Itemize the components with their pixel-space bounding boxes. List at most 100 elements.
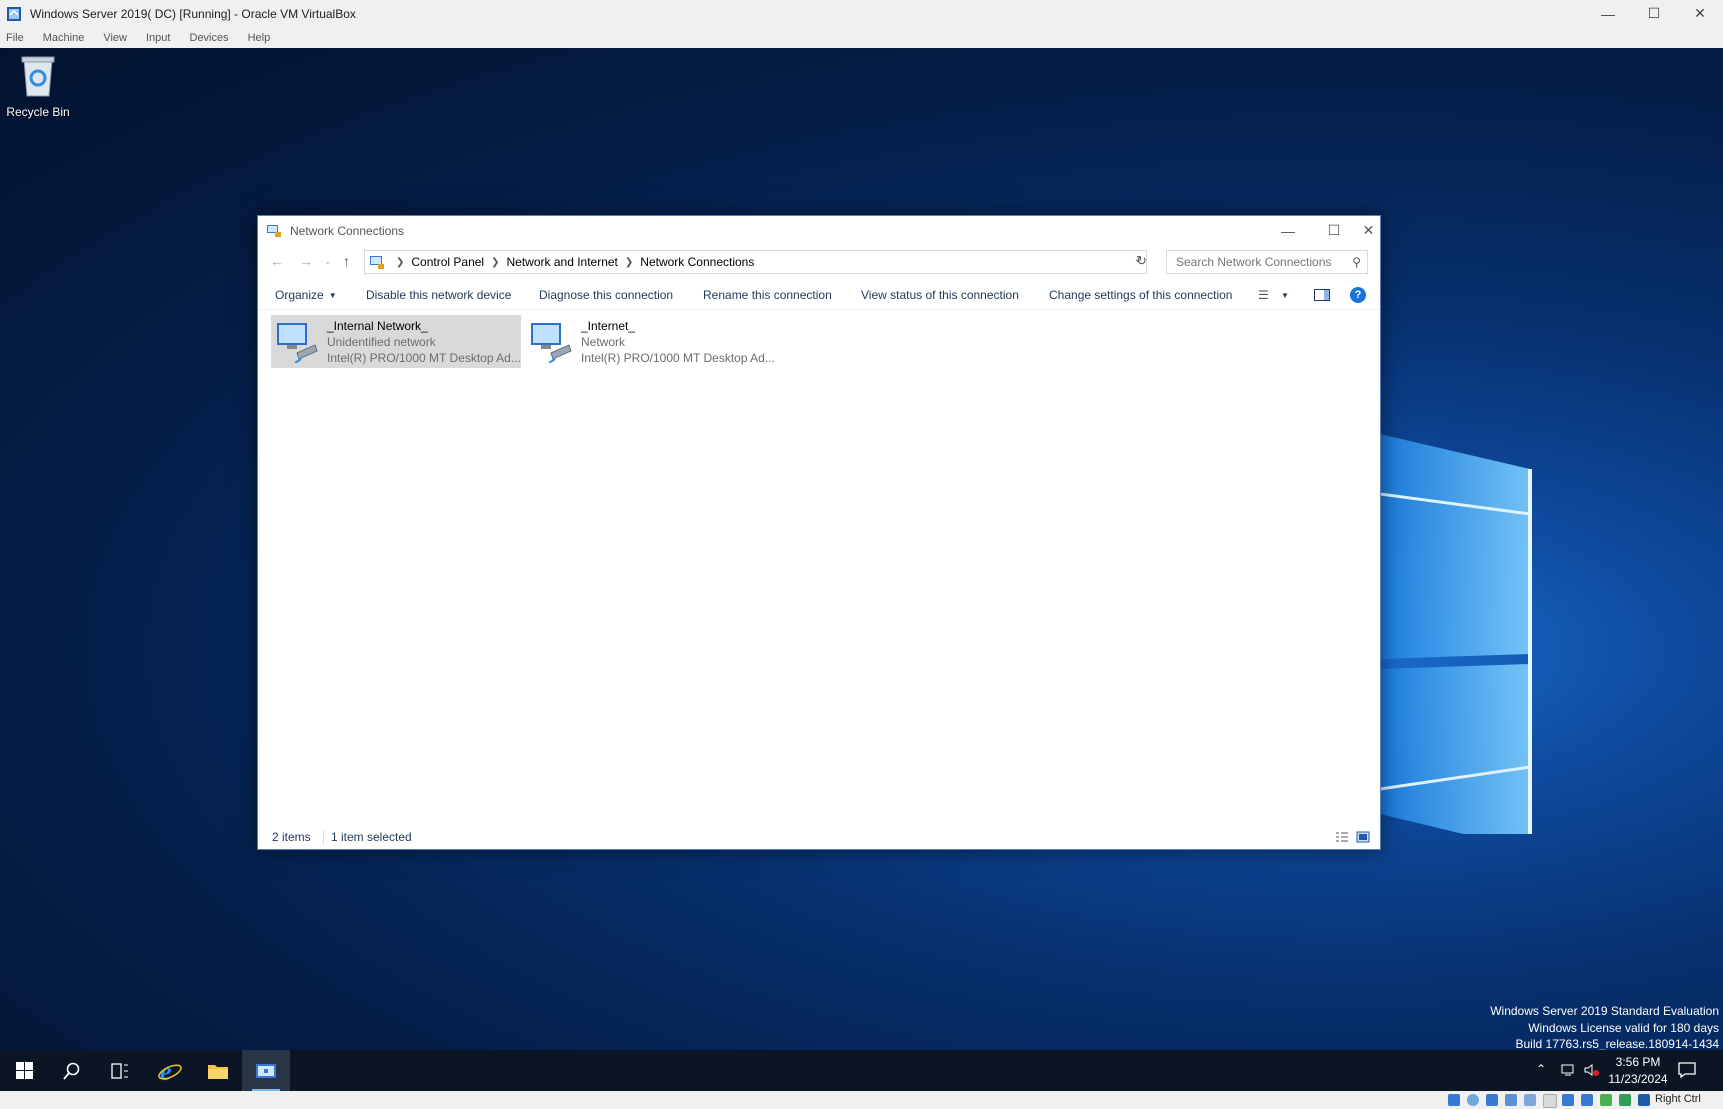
maximize-button[interactable]: ☐ [1631, 0, 1677, 27]
file-explorer-button[interactable] [194, 1050, 242, 1091]
task-view-button[interactable] [96, 1050, 144, 1091]
optical-drive-icon[interactable] [1467, 1094, 1479, 1106]
view-status-button[interactable]: View status of this connection [861, 288, 1019, 302]
clock-time: 3:56 PM [1615, 1055, 1661, 1069]
items-view: _Internal Network_ Unidentified network … [258, 310, 1380, 820]
organize-button[interactable]: Organize ▼ [275, 288, 337, 302]
os-watermark: Windows Server 2019 Standard Evaluation … [1490, 1003, 1719, 1050]
window-title-bar: Network Connections — ☐ ✕ [258, 216, 1380, 245]
connection-status: Unidentified network [327, 335, 436, 349]
network-connections-window: Network Connections — ☐ ✕ ← → ⌄ ↑ ❯ Cont… [257, 215, 1381, 850]
recent-locations-chevron-icon[interactable]: ⌄ [324, 256, 332, 267]
breadcrumb-network-connections[interactable]: Network Connections [640, 255, 754, 269]
disable-network-device-button[interactable]: Disable this network device [366, 288, 511, 302]
up-arrow-icon[interactable]: ↑ [343, 253, 350, 269]
watermark-line-1: Windows Server 2019 Standard Evaluation [1490, 1004, 1719, 1018]
address-row: ← → ⌄ ↑ ❯ Control Panel ❯ Network and In… [258, 249, 1380, 275]
taskbar-clock[interactable]: 3:56 PM 11/23/2024 [1607, 1054, 1669, 1088]
breadcrumb-separator-icon: ❯ [624, 256, 634, 268]
organize-label: Organize [275, 288, 324, 302]
connection-name: _Internal Network_ [327, 319, 428, 333]
change-settings-button[interactable]: Change settings of this connection [1049, 288, 1232, 302]
close-button[interactable]: ✕ [1677, 0, 1723, 27]
details-view-icon[interactable] [1335, 831, 1349, 843]
preview-pane-icon[interactable] [1314, 289, 1330, 301]
mouse-integration-icon[interactable] [1619, 1094, 1631, 1106]
search-box[interactable]: ⚲ [1166, 250, 1368, 274]
vbox-title-bar: Windows Server 2019( DC) [Running] - Ora… [0, 0, 1723, 27]
internet-explorer-icon: e [158, 1058, 182, 1084]
connection-adapter: Intel(R) PRO/1000 MT Desktop Ad... [327, 351, 521, 365]
menu-input[interactable]: Input [146, 32, 170, 44]
recycle-bin[interactable]: Recycle Bin [6, 54, 70, 119]
menu-devices[interactable]: Devices [189, 32, 228, 44]
forward-arrow-icon[interactable]: → [299, 253, 313, 269]
taskbar: e ⌃ 3:56 PM 11/23/2024 [0, 1050, 1723, 1091]
diagnose-connection-button[interactable]: Diagnose this connection [539, 288, 673, 302]
search-taskbar-button[interactable] [48, 1050, 96, 1091]
guest-desktop: Recycle Bin Windows Server 2019 Standard… [0, 48, 1723, 1050]
breadcrumb-network-and-internet[interactable]: Network and Internet [507, 255, 618, 269]
windows-start-icon [15, 1062, 33, 1079]
hard-disk-icon[interactable] [1448, 1094, 1460, 1106]
vbox-status-bar: Right Ctrl [0, 1091, 1723, 1109]
back-arrow-icon[interactable]: ← [270, 253, 284, 269]
watermark-line-2: Windows License valid for 180 days [1528, 1020, 1719, 1035]
change-view-icon[interactable]: ☰ [1258, 288, 1269, 302]
search-icon [63, 1062, 80, 1080]
large-icons-view-icon[interactable] [1356, 831, 1370, 843]
menu-machine[interactable]: Machine [43, 32, 85, 44]
keyboard-capture-icon[interactable] [1638, 1094, 1650, 1106]
recording-icon[interactable] [1581, 1094, 1593, 1106]
command-bar: Organize ▼ Disable this network device Di… [258, 281, 1380, 310]
network-connections-icon [267, 224, 281, 237]
network-adapter-icon [277, 323, 318, 363]
connection-item-internal-network[interactable]: _Internal Network_ Unidentified network … [271, 315, 521, 368]
view-options-caret-icon[interactable]: ▼ [1281, 291, 1289, 300]
connection-adapter: Intel(R) PRO/1000 MT Desktop Ad... [581, 351, 775, 365]
organize-caret-icon: ▼ [328, 291, 337, 300]
network-connections-taskbar-button[interactable] [242, 1050, 290, 1091]
volume-muted-icon[interactable] [1584, 1063, 1600, 1077]
virtualbox-icon [7, 6, 21, 21]
selection-count: 1 item selected [331, 830, 412, 844]
menu-view[interactable]: View [103, 32, 127, 44]
menu-help[interactable]: Help [248, 32, 271, 44]
host-key-label: Right Ctrl [1655, 1093, 1701, 1105]
network-adapter-status-icon[interactable] [1505, 1094, 1517, 1106]
breadcrumb-separator-icon: ❯ [491, 256, 500, 268]
internet-explorer-button[interactable]: e [146, 1050, 194, 1091]
window-maximize-button[interactable]: ☐ [1311, 216, 1357, 245]
window-title: Network Connections [290, 223, 405, 238]
refresh-icon[interactable]: ↻ [1136, 253, 1147, 269]
action-center-icon[interactable] [1678, 1062, 1696, 1078]
show-hidden-icons-chevron-icon[interactable]: ⌃ [1536, 1062, 1546, 1076]
task-view-icon [111, 1062, 128, 1079]
start-button[interactable] [0, 1050, 48, 1091]
recycle-bin-label: Recycle Bin [6, 105, 70, 119]
window-minimize-button[interactable]: — [1265, 216, 1311, 245]
window-close-button[interactable]: ✕ [1357, 216, 1380, 245]
network-connections-icon [256, 1063, 276, 1078]
shared-folders-icon[interactable] [1543, 1094, 1557, 1108]
connection-item-internet[interactable]: _Internet_ Network Intel(R) PRO/1000 MT … [525, 315, 775, 368]
item-count: 2 items [272, 830, 311, 844]
rename-connection-button[interactable]: Rename this connection [703, 288, 832, 302]
vbox-menu-bar: File Machine View Input Devices Help [0, 27, 1723, 48]
connection-status: Network [581, 335, 626, 349]
breadcrumb-control-panel[interactable]: Control Panel [411, 255, 484, 269]
search-icon[interactable]: ⚲ [1352, 255, 1361, 269]
minimize-button[interactable]: — [1585, 0, 1631, 27]
status-divider [323, 830, 324, 845]
menu-file[interactable]: File [6, 32, 24, 44]
network-tray-icon[interactable] [1561, 1063, 1577, 1077]
help-icon[interactable]: ? [1350, 287, 1366, 303]
display-icon[interactable] [1562, 1094, 1574, 1106]
audio-icon[interactable] [1486, 1094, 1498, 1106]
breadcrumb-separator-icon: ❯ [396, 256, 405, 268]
search-input[interactable] [1174, 254, 1348, 270]
cpu-icon[interactable] [1600, 1094, 1612, 1106]
control-panel-icon [370, 256, 384, 269]
usb-icon[interactable] [1524, 1094, 1536, 1106]
address-bar[interactable]: ❯ Control Panel ❯ Network and Internet ❯… [364, 250, 1147, 274]
